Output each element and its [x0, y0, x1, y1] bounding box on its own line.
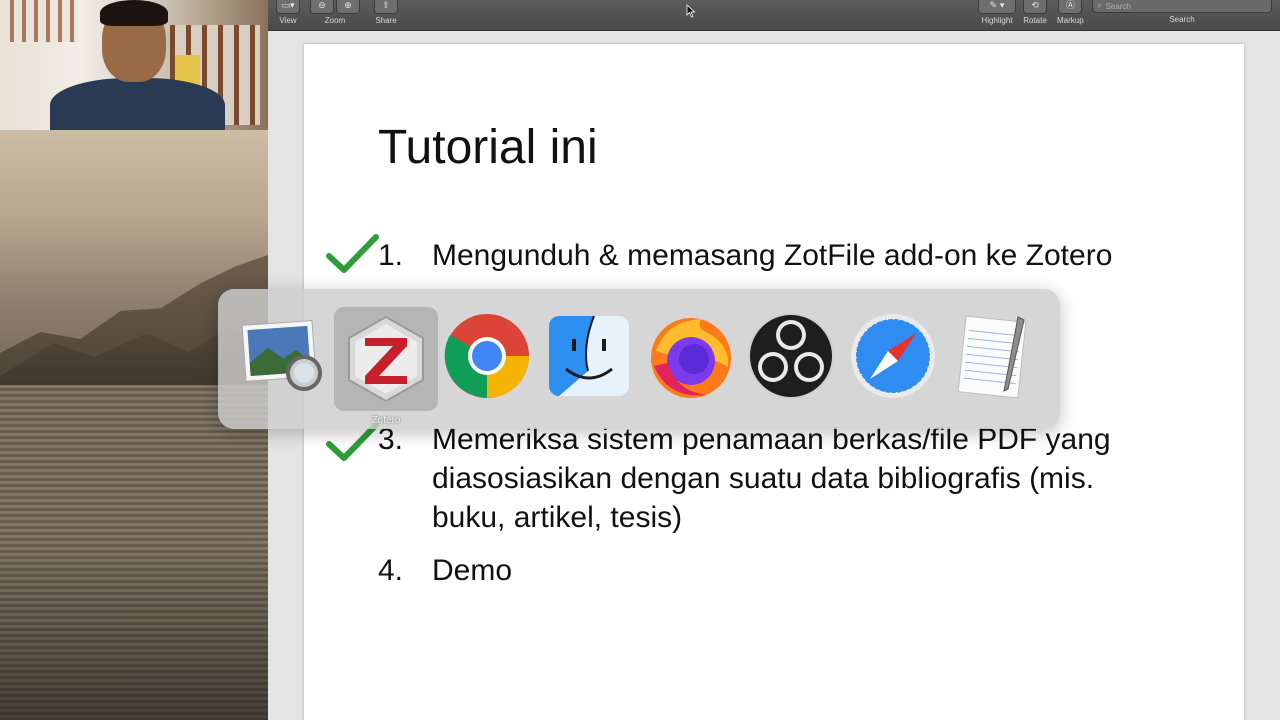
search-box[interactable]: ⌕	[1092, 0, 1272, 13]
selected-app-label: Zotero	[371, 415, 401, 426]
highlighter-icon: ✎ ▾	[989, 1, 1005, 11]
app-finder[interactable]	[544, 311, 634, 401]
share-button[interactable]: ⇪	[374, 0, 398, 14]
search-icon: ⌕	[1097, 1, 1102, 10]
app-safari[interactable]	[848, 311, 938, 401]
presenter-body	[50, 78, 225, 130]
list-item-1: 1. Mengunduh & memasang ZotFile add-on k…	[378, 236, 1172, 275]
list-item-number: 1.	[378, 239, 404, 272]
obs-icon	[748, 313, 834, 399]
app-obs[interactable]	[746, 311, 836, 401]
textedit-icon	[957, 315, 1027, 399]
rotate-group: ⟲ Rotate	[1023, 0, 1047, 25]
app-firefox[interactable]	[646, 311, 736, 401]
slide-title: Tutorial ini	[378, 121, 598, 174]
share-icon: ⇪	[382, 1, 390, 11]
zoom-label: Zoom	[324, 16, 346, 25]
firefox-icon	[651, 318, 731, 398]
markup-group: Ⓐ Markup	[1057, 0, 1084, 25]
app-textedit[interactable]	[948, 311, 1038, 401]
app-preview[interactable]	[238, 311, 328, 401]
rotate-icon: ⟲	[1031, 1, 1039, 11]
markup-pen-icon: Ⓐ	[1065, 1, 1075, 11]
view-group: ▭▾ View	[276, 0, 300, 25]
rotate-button[interactable]: ⟲	[1023, 0, 1047, 14]
share-group: ⇪ Share	[374, 0, 398, 25]
markup-button[interactable]: Ⓐ	[1058, 0, 1083, 14]
zoom-group: ⊖ ⊕ Zoom	[310, 0, 360, 25]
search-label: Search	[1169, 15, 1195, 24]
zoom-out-button[interactable]: ⊖	[310, 0, 334, 14]
view-label: View	[279, 16, 297, 25]
zoom-in-button[interactable]: ⊕	[336, 0, 360, 14]
cursor-icon	[686, 4, 696, 18]
zotero-icon	[348, 315, 424, 403]
preview-icon	[241, 320, 322, 391]
safari-icon	[851, 314, 935, 398]
highlight-label: Highlight	[981, 16, 1013, 25]
checkmark-icon	[326, 234, 379, 273]
app-zotero[interactable]	[334, 307, 438, 411]
search-group: ⌕ Search	[1092, 0, 1272, 24]
chrome-icon	[444, 314, 529, 398]
list-item-text: Demo	[432, 554, 513, 587]
share-label: Share	[375, 16, 397, 25]
webcam-overlay	[0, 0, 268, 130]
app-chrome[interactable]	[442, 311, 532, 401]
list-item-text: Mengunduh & memasang ZotFile add-on ke Z…	[432, 239, 1113, 272]
finder-icon	[549, 315, 629, 396]
highlight-button[interactable]: ✎ ▾	[978, 0, 1016, 14]
wallpaper-sea-shadow	[0, 540, 268, 720]
zoom-in-icon: ⊕	[344, 1, 352, 11]
preview-toolbar: ▭▾ View ⊖ ⊕ Zoom ⇪ Share ✎ ▾ Highlight ⟲	[268, 0, 1280, 31]
markup-label: Markup	[1057, 16, 1084, 25]
list-item-4: 4. Demo	[378, 551, 1172, 590]
list-item-number: 4.	[378, 554, 404, 587]
webcam-background-window	[10, 0, 78, 42]
list-item-3: 3. Memeriksa sistem penamaan berkas/file…	[378, 420, 1172, 537]
app-switcher: Zotero	[218, 289, 1060, 429]
sidebar-icon: ▭▾	[281, 1, 295, 11]
zoom-out-icon: ⊖	[318, 1, 326, 11]
highlight-group: ✎ ▾ Highlight	[978, 0, 1016, 25]
presenter-hair	[100, 0, 168, 26]
view-button[interactable]: ▭▾	[276, 0, 300, 14]
list-item-text: Memeriksa sistem penamaan berkas/file PD…	[432, 423, 1111, 534]
rotate-label: Rotate	[1023, 16, 1047, 25]
list-item-number: 3.	[378, 423, 404, 456]
search-input[interactable]	[1105, 1, 1256, 11]
